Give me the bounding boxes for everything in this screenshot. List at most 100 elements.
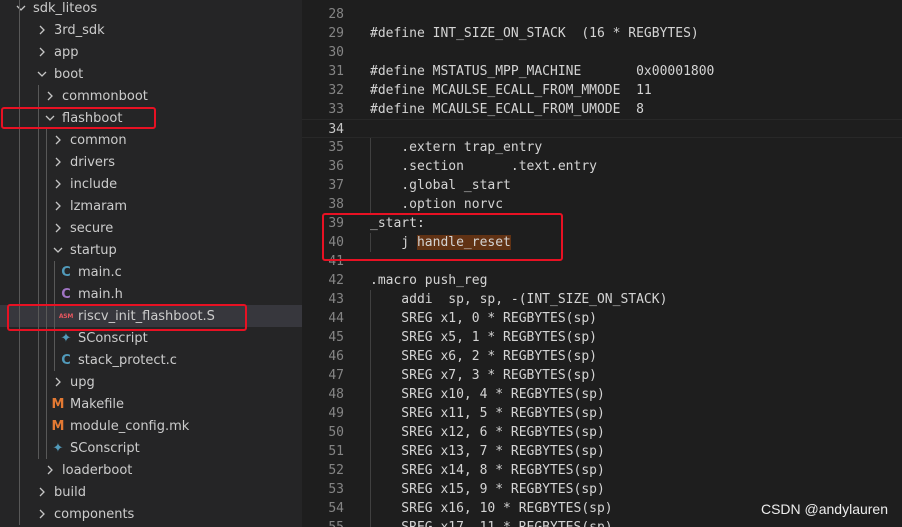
code-content: SREG x16, 10 * REGBYTES(sp)	[370, 501, 613, 516]
tree-folder-item[interactable]: sdk_liteos	[0, 0, 302, 19]
chevron-right-icon[interactable]	[34, 509, 50, 519]
code-line[interactable]: 37 .global _start	[302, 176, 902, 195]
chevron-right-icon[interactable]	[50, 135, 66, 145]
tree-folder-item[interactable]: commonboot	[0, 85, 302, 107]
line-number: 29	[328, 26, 344, 41]
code-content: SREG x17, 11 * REGBYTES(sp)	[370, 520, 612, 527]
tree-item-label: main.c	[78, 264, 122, 280]
chevron-right-icon[interactable]	[34, 47, 50, 57]
editor-indent-guide	[370, 138, 371, 214]
chevron-right-icon[interactable]	[50, 223, 66, 233]
code-content: #define INT_SIZE_ON_STACK (16 * REGBYTES…	[370, 26, 699, 41]
code-line[interactable]: 52 SREG x14, 8 * REGBYTES(sp)	[302, 461, 902, 480]
code-line[interactable]: 31 #define MSTATUS_MPP_MACHINE 0x00001800	[302, 62, 902, 81]
tree-folder-item[interactable]: loaderboot	[0, 459, 302, 481]
explorer-sidebar: sdk_liteos 3rd_sdk app boot commonboot flashb…	[0, 0, 302, 527]
line-number: 37	[328, 178, 344, 193]
code-content: .extern trap_entry	[370, 140, 543, 155]
line-number: 43	[328, 292, 344, 307]
tree-folder-item[interactable]: 3rd_sdk	[0, 19, 302, 41]
chevron-right-icon[interactable]	[50, 201, 66, 211]
code-line[interactable]: 55 SREG x17, 11 * REGBYTES(sp)	[302, 518, 902, 527]
tree-folder-item[interactable]: components	[0, 503, 302, 525]
tree-folder-item[interactable]: app	[0, 41, 302, 63]
code-content: SREG x5, 1 * REGBYTES(sp)	[370, 330, 597, 345]
code-line[interactable]: 29 #define INT_SIZE_ON_STACK (16 * REGBYT…	[302, 24, 902, 43]
code-line[interactable]: 46 SREG x6, 2 * REGBYTES(sp)	[302, 347, 902, 366]
code-content: #define MCAULSE_ECALL_FROM_UMODE 8	[370, 102, 644, 117]
chevron-right-icon[interactable]	[50, 377, 66, 387]
line-number: 48	[328, 387, 344, 402]
code-line[interactable]: 51 SREG x13, 7 * REGBYTES(sp)	[302, 442, 902, 461]
code-line[interactable]: 48 SREG x10, 4 * REGBYTES(sp)	[302, 385, 902, 404]
chevron-right-icon[interactable]	[42, 91, 58, 101]
code-line[interactable]: 53 SREG x15, 9 * REGBYTES(sp)	[302, 480, 902, 499]
code-content: .section .text.entry	[370, 159, 597, 174]
chevron-down-icon[interactable]	[50, 246, 66, 254]
chevron-right-icon[interactable]	[34, 25, 50, 35]
code-text: #define MSTATUS_MPP_MACHINE 0x00001800	[370, 62, 714, 81]
indent-guide	[38, 85, 39, 459]
indent-guide	[19, 0, 20, 525]
chevron-down-icon[interactable]	[42, 114, 58, 122]
chevron-right-icon[interactable]	[34, 487, 50, 497]
tree-item-label: boot	[54, 66, 84, 82]
line-number: 53	[328, 482, 344, 497]
code-content: .option norvc	[370, 197, 504, 212]
code-text: SREG x1, 0 * REGBYTES(sp)	[370, 309, 597, 328]
code-content: #define MCAULSE_ECALL_FROM_MMODE 11	[370, 83, 652, 98]
symbol-highlight[interactable]: handle_reset	[416, 235, 511, 250]
code-line[interactable]: 36 .section .text.entry	[302, 157, 902, 176]
code-line[interactable]: 28	[302, 5, 902, 24]
line-number: 39	[328, 216, 344, 231]
code-line[interactable]: 45 SREG x5, 1 * REGBYTES(sp)	[302, 328, 902, 347]
code-line[interactable]: 40 j handle_reset	[302, 233, 902, 252]
watermark: CSDN @andylauren	[760, 501, 888, 517]
c-file-icon: C	[61, 352, 71, 368]
code-line[interactable]: 41	[302, 252, 902, 271]
code-line[interactable]: 30	[302, 43, 902, 62]
tree-item-label: startup	[70, 242, 117, 258]
makefile-icon: M	[51, 396, 65, 412]
chevron-right-icon[interactable]	[50, 157, 66, 167]
code-line[interactable]: 50 SREG x12, 6 * REGBYTES(sp)	[302, 423, 902, 442]
code-content: .global _start	[370, 178, 511, 193]
code-line[interactable]: 34	[302, 119, 902, 138]
python-file-icon: ✦	[60, 330, 72, 346]
line-number: 54	[328, 501, 344, 516]
chevron-right-icon[interactable]	[42, 465, 58, 475]
chevron-down-icon[interactable]	[13, 4, 29, 12]
chevron-right-icon[interactable]	[50, 179, 66, 189]
line-number: 36	[328, 159, 344, 174]
editor-indent-guide	[370, 290, 371, 527]
tree-folder-item[interactable]: flashboot	[0, 107, 302, 129]
code-line[interactable]: 39 _start:	[302, 214, 902, 233]
tree-item-label: drivers	[70, 154, 116, 170]
code-line[interactable]: 49 SREG x11, 5 * REGBYTES(sp)	[302, 404, 902, 423]
tree-folder-item[interactable]: boot	[0, 63, 302, 85]
code-text: #define MCAULSE_ECALL_FROM_UMODE 8	[370, 100, 644, 119]
chevron-down-icon[interactable]	[34, 70, 50, 78]
code-content: SREG x1, 0 * REGBYTES(sp)	[370, 311, 597, 326]
code-line[interactable]: 44 SREG x1, 0 * REGBYTES(sp)	[302, 309, 902, 328]
code-editor[interactable]: 28 29 #define INT_SIZE_ON_STACK (16 * REGB…	[302, 0, 902, 527]
tree-item-label: SConscript	[70, 440, 140, 456]
code-text: SREG x10, 4 * REGBYTES(sp)	[370, 385, 605, 404]
code-line[interactable]: 38 .option norvc	[302, 195, 902, 214]
indent-guide	[54, 261, 55, 371]
tree-folder-item[interactable]: build	[0, 481, 302, 503]
code-text: .macro push_reg	[370, 271, 487, 290]
code-text: SREG x5, 1 * REGBYTES(sp)	[370, 328, 597, 347]
code-line[interactable]: 43 addi sp, sp, -(INT_SIZE_ON_STACK)	[302, 290, 902, 309]
code-line[interactable]: 33 #define MCAULSE_ECALL_FROM_UMODE 8	[302, 100, 902, 119]
code-line[interactable]: 47 SREG x7, 3 * REGBYTES(sp)	[302, 366, 902, 385]
line-number: 47	[328, 368, 344, 383]
code-text: .extern trap_entry	[370, 138, 542, 157]
code-line[interactable]: 32 #define MCAULSE_ECALL_FROM_MMODE 11	[302, 81, 902, 100]
code-text: SREG x16, 10 * REGBYTES(sp)	[370, 499, 613, 518]
code-line[interactable]: 42 .macro push_reg	[302, 271, 902, 290]
editor-indent-guide	[370, 233, 371, 252]
python-file-icon: ✦	[52, 440, 64, 456]
code-line[interactable]: 35 .extern trap_entry	[302, 138, 902, 157]
tree-item-label: loaderboot	[62, 462, 133, 478]
